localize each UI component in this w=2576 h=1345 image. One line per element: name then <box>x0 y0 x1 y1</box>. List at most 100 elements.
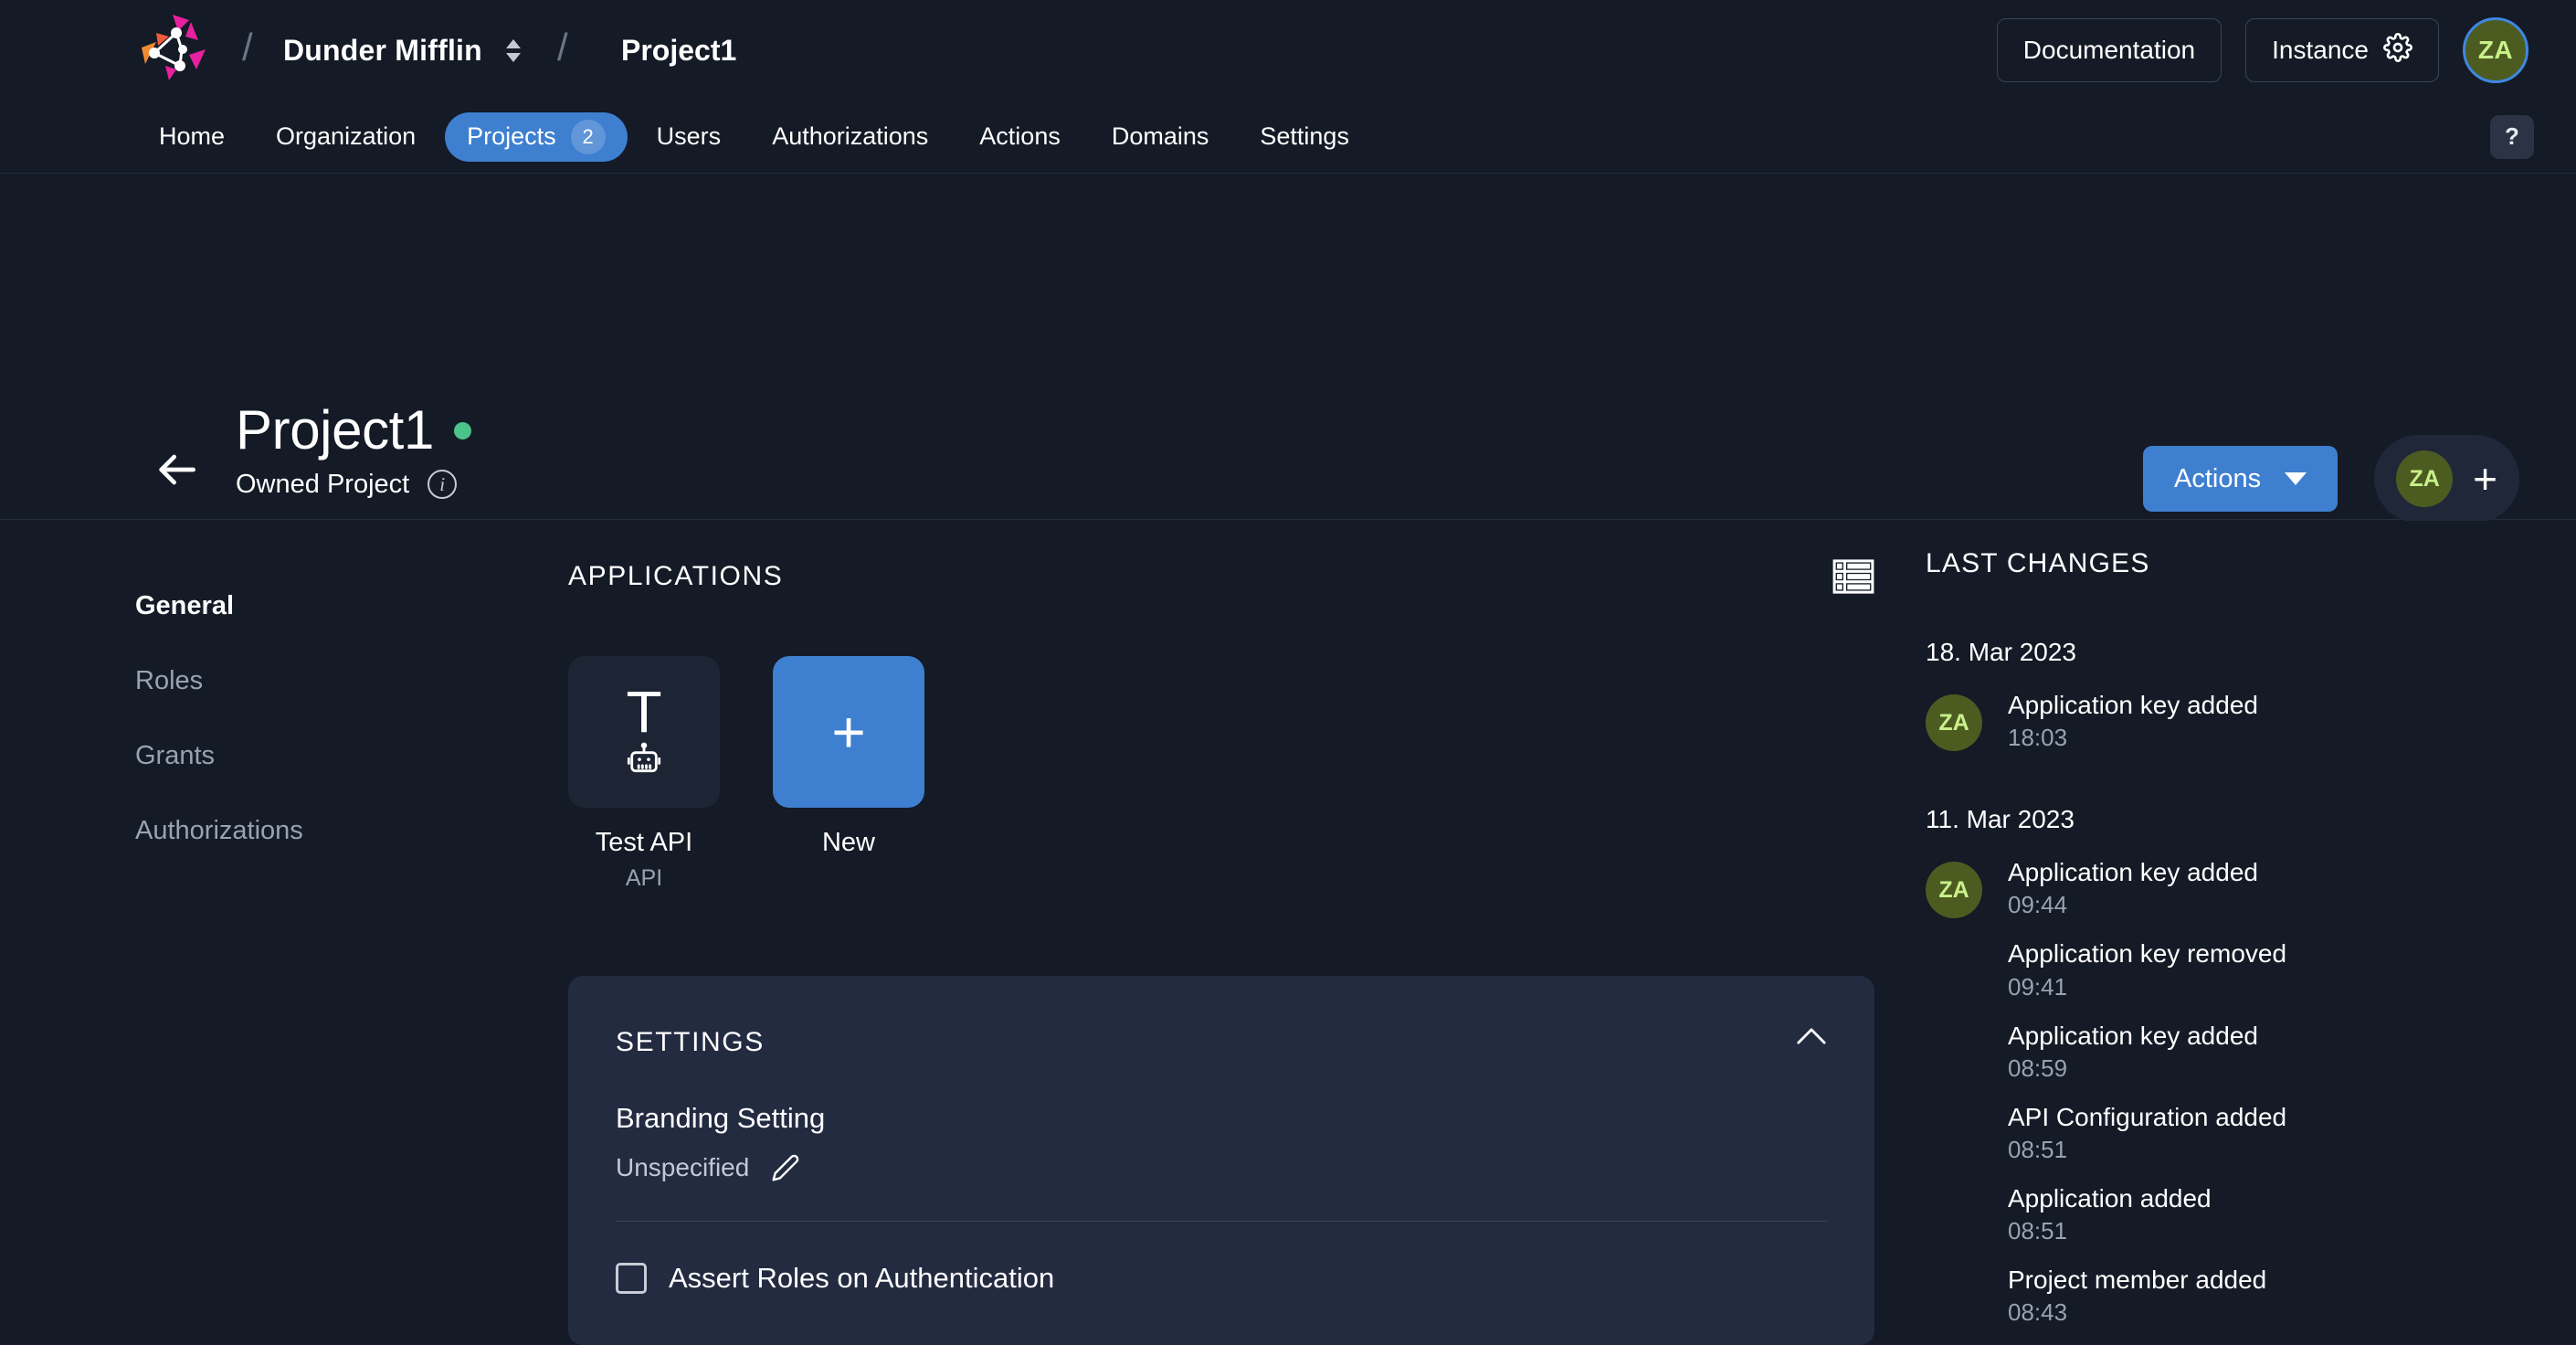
change-entry[interactable]: Application key added 09:44 <box>2008 858 2286 919</box>
change-entry[interactable]: API Configuration added 08:51 <box>2008 1103 2286 1164</box>
change-entry-text: Application key added <box>2008 691 2258 720</box>
change-entry[interactable]: Application key removed 09:41 <box>2008 939 2286 1001</box>
breadcrumb-organization[interactable]: Dunder Mifflin <box>283 0 521 101</box>
nav-tab-authorizations-label: Authorizations <box>772 122 928 151</box>
sidebar-item-general-label: General <box>135 591 234 621</box>
instance-button[interactable]: Instance <box>2245 18 2439 82</box>
page-header: Project1 Owned Project i Actions ZA + St… <box>0 175 2576 520</box>
application-tile-icon: T <box>568 656 720 808</box>
nav-tab-projects[interactable]: Projects 2 <box>445 112 628 162</box>
change-entry[interactable]: Project member added 08:43 <box>2008 1266 2286 1327</box>
actions-button[interactable]: Actions <box>2143 446 2338 512</box>
change-date-group-2: 11. Mar 2023 <box>1926 805 2510 834</box>
member-avatar-initials: ZA <box>2409 466 2439 492</box>
last-changes-title: LAST CHANGES <box>1926 548 2510 579</box>
organization-name: Dunder Mifflin <box>283 34 482 68</box>
application-type: API <box>626 865 662 892</box>
nav-tab-users[interactable]: Users <box>635 112 744 162</box>
nav-tab-actions[interactable]: Actions <box>957 112 1082 162</box>
applications-section: APPLICATIONS T <box>568 548 1874 892</box>
nav-tab-actions-label: Actions <box>979 122 1061 151</box>
breadcrumb-separator-1: / <box>242 26 253 69</box>
nav-tab-domains-label: Domains <box>1112 122 1209 151</box>
page-subtitle: Owned Project <box>236 470 409 500</box>
change-entry-text: Application key added <box>2008 1022 2286 1051</box>
application-name: Test API <box>596 828 692 858</box>
list-view-icon[interactable] <box>1832 559 1874 594</box>
zitadel-logo[interactable] <box>132 13 216 88</box>
breadcrumb-separator-2: / <box>557 26 568 69</box>
applications-title: APPLICATIONS <box>568 561 783 592</box>
change-group-2: ZA Application key added 09:44 Applicati… <box>1926 858 2510 1345</box>
sidebar-item-roles[interactable]: Roles <box>135 643 303 718</box>
nav-tab-organization-label: Organization <box>276 122 416 151</box>
actions-button-label: Actions <box>2174 464 2261 494</box>
sidebar-item-grants[interactable]: Grants <box>135 718 303 793</box>
nav-tab-home[interactable]: Home <box>137 112 247 162</box>
user-avatar[interactable]: ZA <box>2463 17 2528 83</box>
nav-tab-users-label: Users <box>657 122 722 151</box>
applications-grid: T Test API API <box>568 656 1874 892</box>
page-title: Project1 <box>236 401 434 461</box>
assert-roles-label: Assert Roles on Authentication <box>669 1262 1054 1295</box>
member-avatar[interactable]: ZA <box>2396 450 2453 507</box>
change-group-1: ZA Application key added 18:03 <box>1926 691 2510 752</box>
change-entry[interactable]: Application key added 08:59 <box>2008 1022 2286 1083</box>
change-avatar-initials: ZA <box>1938 877 1969 904</box>
assert-roles-checkbox[interactable] <box>616 1263 647 1294</box>
change-entry-text: API Configuration added <box>2008 1103 2286 1132</box>
breadcrumb-project[interactable]: Project1 <box>621 0 736 101</box>
change-entry-text: Application key removed <box>2008 939 2286 969</box>
change-entry-time: 09:41 <box>2008 973 2286 1001</box>
robot-icon <box>626 742 662 778</box>
change-entry[interactable]: Application added 08:51 <box>2008 1184 2286 1245</box>
application-card-new[interactable]: + New <box>773 656 924 892</box>
page-title-block: Project1 Owned Project i <box>236 401 471 500</box>
arrow-left-icon[interactable] <box>151 444 202 495</box>
change-entry-time: 18:03 <box>2008 724 2258 752</box>
nav-tab-organization[interactable]: Organization <box>254 112 438 162</box>
top-bar-actions: Documentation Instance ZA <box>1997 0 2528 101</box>
change-entry-text: Project member added <box>2008 1266 2286 1295</box>
chevron-up-icon[interactable] <box>1796 1027 1827 1045</box>
help-button[interactable]: ? <box>2490 115 2534 159</box>
change-entry-text: Application added <box>2008 1184 2286 1213</box>
change-entry-time: 08:51 <box>2008 1136 2286 1164</box>
plus-icon: + <box>831 703 865 761</box>
project-members[interactable]: ZA + <box>2374 435 2519 523</box>
sidebar-item-authorizations[interactable]: Authorizations <box>135 793 303 868</box>
settings-card: SETTINGS Branding Setting Unspecified As… <box>568 976 1874 1345</box>
change-entry-time: 08:59 <box>2008 1054 2286 1083</box>
change-entry-text: Application key added <box>2008 858 2286 887</box>
plus-icon[interactable]: + <box>2473 458 2497 500</box>
project-sidebar: General Roles Grants Authorizations <box>135 568 303 868</box>
sidebar-item-roles-label: Roles <box>135 666 203 696</box>
info-icon[interactable]: i <box>428 470 457 499</box>
chevron-up-down-icon[interactable] <box>506 39 521 62</box>
nav-tab-settings-label: Settings <box>1260 122 1349 151</box>
page-header-actions: Actions ZA + <box>2143 435 2519 523</box>
change-entry[interactable]: Application key added 18:03 <box>2008 691 2258 752</box>
last-changes-panel: LAST CHANGES 18. Mar 2023 ZA Application… <box>1926 548 2510 1345</box>
change-entry-time: 09:44 <box>2008 891 2286 919</box>
sidebar-item-grants-label: Grants <box>135 741 215 771</box>
instance-label: Instance <box>2272 36 2369 65</box>
nav-tab-settings[interactable]: Settings <box>1238 112 1371 162</box>
assert-roles-checkbox-row[interactable]: Assert Roles on Authentication <box>616 1262 1827 1295</box>
pencil-icon[interactable] <box>771 1153 800 1182</box>
top-bar: / Dunder Mifflin / Project1 Documentatio… <box>0 0 2576 101</box>
project-name: Project1 <box>621 34 736 68</box>
nav-tab-projects-badge: 2 <box>571 120 606 154</box>
documentation-button[interactable]: Documentation <box>1997 18 2222 82</box>
nav-tab-authorizations[interactable]: Authorizations <box>750 112 950 162</box>
nav-tab-domains[interactable]: Domains <box>1090 112 1231 162</box>
chevron-down-icon <box>2285 472 2307 485</box>
sidebar-item-general[interactable]: General <box>135 568 303 643</box>
change-avatar: ZA <box>1926 694 1982 751</box>
settings-divider <box>616 1221 1827 1222</box>
documentation-label: Documentation <box>2023 36 2195 65</box>
status-dot-icon <box>454 422 471 440</box>
change-entry-time: 08:43 <box>2008 1298 2286 1327</box>
application-card-test-api[interactable]: T Test API API <box>568 656 720 892</box>
branding-setting-label: Branding Setting <box>616 1102 1827 1135</box>
